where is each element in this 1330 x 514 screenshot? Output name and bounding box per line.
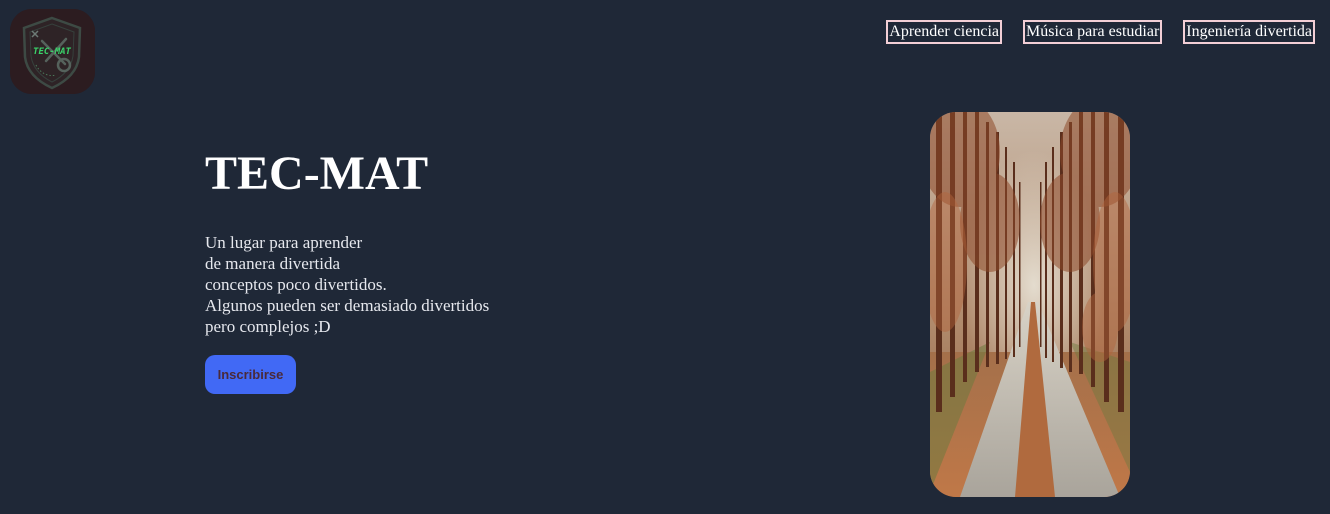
forest-path-image (930, 112, 1130, 497)
page: TEC-MAT Aprender ciencia Música para est… (0, 0, 1330, 514)
logo-text: TEC-MAT (33, 47, 72, 57)
logo[interactable]: TEC-MAT (10, 9, 95, 94)
nav-link-ingenieria-divertida[interactable]: Ingeniería divertida (1183, 20, 1315, 44)
hero-description-line: de manera divertida (205, 254, 340, 273)
shield-logo-icon: TEC-MAT (10, 9, 95, 94)
main-nav: Aprender ciencia Música para estudiar In… (886, 20, 1315, 44)
hero-description-line: Algunos pueden ser demasiado divertidos (205, 296, 490, 315)
nav-link-musica-para-estudiar[interactable]: Música para estudiar (1023, 20, 1163, 44)
inscribirse-button[interactable]: Inscribirse (205, 355, 296, 394)
hero-description-line: pero complejos ;D (205, 317, 331, 336)
hero-description: Un lugar para aprender de manera diverti… (205, 232, 489, 337)
hero-title: TEC-MAT (205, 147, 429, 200)
hero-description-line: Un lugar para aprender (205, 233, 363, 252)
nav-link-aprender-ciencia[interactable]: Aprender ciencia (886, 20, 1002, 44)
hero-description-line: conceptos poco divertidos. (205, 275, 387, 294)
